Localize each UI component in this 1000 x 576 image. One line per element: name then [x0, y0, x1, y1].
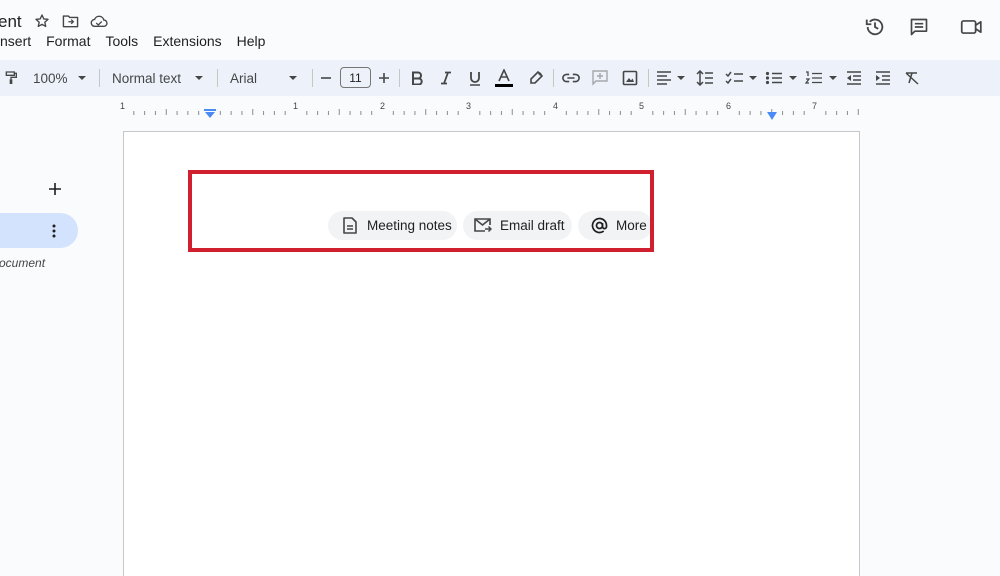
toolbar-divider	[553, 69, 554, 87]
toolbar-divider	[217, 69, 218, 87]
decrease-font-size-icon[interactable]	[316, 68, 336, 88]
zoom-select[interactable]: 100%	[33, 60, 86, 96]
ruler-number: 7	[812, 101, 818, 111]
document-tab[interactable]	[0, 213, 78, 248]
toolbar-divider	[312, 69, 313, 87]
ruler-number: 5	[639, 101, 645, 111]
insert-image-icon[interactable]	[620, 68, 640, 88]
underline-icon[interactable]	[465, 68, 485, 88]
add-tab-icon[interactable]	[46, 180, 64, 198]
menu-help[interactable]: Help	[237, 33, 266, 51]
ruler-scale	[123, 100, 859, 117]
ruler: 1 1 2 3 4 5 6 7	[0, 100, 1000, 120]
move-to-folder-icon[interactable]	[61, 12, 79, 30]
menu-bar: nsert Format Tools Extensions Help	[0, 33, 280, 51]
increase-font-size-icon[interactable]	[374, 68, 394, 88]
decrease-indent-icon[interactable]	[844, 68, 864, 88]
font-size-input[interactable]: 11	[340, 67, 371, 88]
comments-icon[interactable]	[907, 15, 931, 39]
ruler-number: 3	[466, 101, 472, 111]
title-bar: ent nsert Format Tools Extensions Help	[0, 0, 1000, 58]
increase-indent-icon[interactable]	[873, 68, 893, 88]
checklist-icon[interactable]	[725, 68, 757, 88]
line-spacing-icon[interactable]	[695, 68, 715, 88]
ruler-number: 1	[293, 101, 299, 111]
font-value: Arial	[230, 70, 258, 86]
chevron-down-icon	[77, 76, 86, 80]
meet-icon[interactable]	[957, 15, 989, 39]
outline-label: ocument	[0, 256, 46, 270]
insert-link-icon[interactable]	[561, 68, 581, 88]
style-select[interactable]: Normal text	[112, 60, 204, 96]
numbered-list-icon[interactable]	[805, 68, 837, 88]
right-indent-marker[interactable]	[766, 107, 778, 120]
ruler-number: 1	[120, 101, 126, 111]
more-vert-icon[interactable]	[45, 221, 63, 241]
highlight-color-icon[interactable]	[526, 68, 546, 88]
add-comment-icon[interactable]	[590, 68, 610, 88]
ruler-ticks	[133, 109, 859, 115]
text-color-icon[interactable]	[494, 68, 514, 88]
align-icon[interactable]	[656, 68, 686, 88]
font-select[interactable]: Arial	[230, 60, 298, 96]
bold-icon[interactable]	[407, 68, 427, 88]
italic-icon[interactable]	[436, 68, 456, 88]
toolbar-divider	[99, 69, 100, 87]
left-indent-marker[interactable]	[204, 105, 216, 118]
ruler-number: 4	[553, 101, 559, 111]
style-value: Normal text	[112, 70, 182, 86]
clear-formatting-icon[interactable]	[902, 68, 922, 88]
star-icon[interactable]	[33, 12, 51, 30]
paint-format-icon[interactable]	[1, 68, 21, 88]
cloud-saved-icon[interactable]	[90, 12, 108, 30]
chevron-down-icon	[289, 76, 298, 80]
menu-format[interactable]: Format	[46, 33, 90, 51]
toolbar: 100% Normal text Arial 11	[0, 60, 1000, 96]
bulleted-list-icon[interactable]	[765, 68, 797, 88]
highlight-box	[188, 170, 654, 252]
zoom-value: 100%	[33, 70, 68, 86]
ruler-number: 6	[726, 101, 732, 111]
chevron-down-icon	[195, 76, 204, 80]
toolbar-divider	[648, 69, 649, 87]
ruler-number: 2	[380, 101, 386, 111]
version-history-icon[interactable]	[863, 15, 887, 39]
menu-extensions[interactable]: Extensions	[153, 33, 221, 51]
document-title[interactable]: ent	[0, 12, 22, 32]
toolbar-divider	[399, 69, 400, 87]
menu-insert[interactable]: nsert	[0, 33, 31, 51]
menu-tools[interactable]: Tools	[105, 33, 138, 51]
